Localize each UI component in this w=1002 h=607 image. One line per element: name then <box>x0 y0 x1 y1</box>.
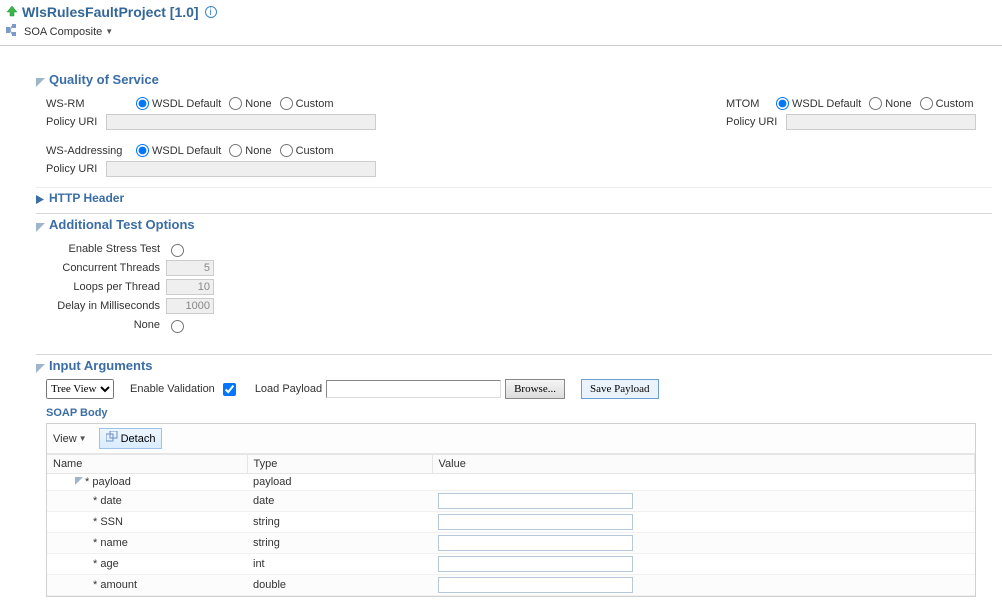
row-type: double <box>247 575 432 596</box>
loops-per-thread-label: Loops per Thread <box>46 281 166 293</box>
wsrm-policy-input[interactable] <box>106 114 376 130</box>
row-name: * SSN <box>93 516 123 528</box>
col-value[interactable]: Value <box>432 455 975 474</box>
chevron-down-icon: ▼ <box>79 434 87 443</box>
wsrm-policy-label: Policy URI <box>46 116 106 128</box>
page-title: WlsRulesFaultProject [1.0] <box>22 4 199 20</box>
composite-icon <box>6 24 20 39</box>
table-row[interactable]: * payload payload <box>47 474 975 491</box>
wsaddr-policy-input[interactable] <box>106 161 376 177</box>
section-qos-header[interactable]: Quality of Service <box>36 72 992 87</box>
wsrm-wsdl-default-radio[interactable]: WSDL Default <box>136 97 221 110</box>
enable-stress-label: Enable Stress Test <box>46 243 166 255</box>
enable-validation-checkbox[interactable] <box>223 383 236 396</box>
section-qos-title: Quality of Service <box>49 72 159 87</box>
disclosure-open-icon[interactable] <box>75 477 85 487</box>
enable-validation-label: Enable Validation <box>130 383 215 395</box>
mtom-none-radio[interactable]: None <box>869 97 911 110</box>
mtom-label: MTOM <box>726 98 776 110</box>
row-type: string <box>247 512 432 533</box>
wsaddr-label: WS-Addressing <box>46 145 136 157</box>
breadcrumb[interactable]: SOA Composite ▼ <box>0 22 1002 46</box>
table-row[interactable]: * name string <box>47 533 975 554</box>
up-arrow-icon[interactable] <box>6 4 18 20</box>
section-stress-header[interactable]: Additional Test Options <box>36 213 992 232</box>
section-stress-title: Additional Test Options <box>49 217 195 232</box>
row-value-input[interactable] <box>438 556 633 572</box>
row-name: * date <box>93 495 122 507</box>
info-icon[interactable]: i <box>205 6 217 18</box>
row-type: payload <box>247 474 432 491</box>
row-value-input[interactable] <box>438 514 633 530</box>
section-inputargs-title: Input Arguments <box>49 358 153 373</box>
disclosure-open-icon <box>36 361 46 371</box>
soap-body-table: Name Type Value * payload payload * date da… <box>47 454 975 596</box>
loops-per-thread-input[interactable] <box>166 279 214 295</box>
table-row[interactable]: * SSN string <box>47 512 975 533</box>
enable-stress-radio[interactable] <box>171 244 184 257</box>
browse-button[interactable]: Browse... <box>505 379 565 399</box>
stress-none-radio[interactable] <box>171 320 184 333</box>
wsaddr-policy-label: Policy URI <box>46 163 106 175</box>
stress-none-label: None <box>46 319 166 331</box>
view-mode-select[interactable]: Tree View <box>46 379 114 399</box>
row-name: * payload <box>85 476 131 488</box>
concurrent-threads-label: Concurrent Threads <box>46 262 166 274</box>
load-payload-input[interactable] <box>326 380 501 398</box>
row-name: * amount <box>93 579 137 591</box>
row-type: date <box>247 491 432 512</box>
wsrm-none-radio[interactable]: None <box>229 97 271 110</box>
table-view-menu[interactable]: View ▼ <box>53 433 87 445</box>
http-header-section[interactable]: HTTP Header <box>36 187 992 205</box>
detach-button[interactable]: Detach <box>99 428 163 449</box>
row-type: string <box>247 533 432 554</box>
section-inputargs-header[interactable]: Input Arguments <box>36 354 992 373</box>
wsaddr-wsdl-default-radio[interactable]: WSDL Default <box>136 144 221 157</box>
col-name[interactable]: Name <box>47 455 247 474</box>
row-name: * name <box>93 537 128 549</box>
row-value-input[interactable] <box>438 535 633 551</box>
wsaddr-none-radio[interactable]: None <box>229 144 271 157</box>
row-type: int <box>247 554 432 575</box>
wsrm-label: WS-RM <box>46 98 136 110</box>
table-row[interactable]: * date date <box>47 491 975 512</box>
http-header-title: HTTP Header <box>49 191 124 205</box>
row-name: * age <box>93 558 119 570</box>
row-value-input[interactable] <box>438 493 633 509</box>
wsrm-custom-radio[interactable]: Custom <box>280 97 334 110</box>
chevron-down-icon[interactable]: ▼ <box>105 27 113 36</box>
mtom-policy-input[interactable] <box>786 114 976 130</box>
mtom-custom-radio[interactable]: Custom <box>920 97 974 110</box>
table-row[interactable]: * amount double <box>47 575 975 596</box>
load-payload-label: Load Payload <box>255 383 322 395</box>
mtom-wsdl-default-radio[interactable]: WSDL Default <box>776 97 861 110</box>
disclosure-open-icon <box>36 220 46 230</box>
breadcrumb-label: SOA Composite <box>24 26 102 38</box>
disclosure-closed-icon <box>36 193 46 203</box>
wsaddr-custom-radio[interactable]: Custom <box>280 144 334 157</box>
row-value-input[interactable] <box>438 577 633 593</box>
delay-ms-input[interactable] <box>166 298 214 314</box>
delay-ms-label: Delay in Milliseconds <box>46 300 166 312</box>
concurrent-threads-input[interactable] <box>166 260 214 276</box>
disclosure-open-icon <box>36 75 46 85</box>
col-type[interactable]: Type <box>247 455 432 474</box>
detach-icon <box>106 431 118 446</box>
save-payload-button[interactable]: Save Payload <box>581 379 659 399</box>
soap-body-label: SOAP Body <box>36 405 992 423</box>
mtom-policy-label: Policy URI <box>726 116 786 128</box>
table-row[interactable]: * age int <box>47 554 975 575</box>
